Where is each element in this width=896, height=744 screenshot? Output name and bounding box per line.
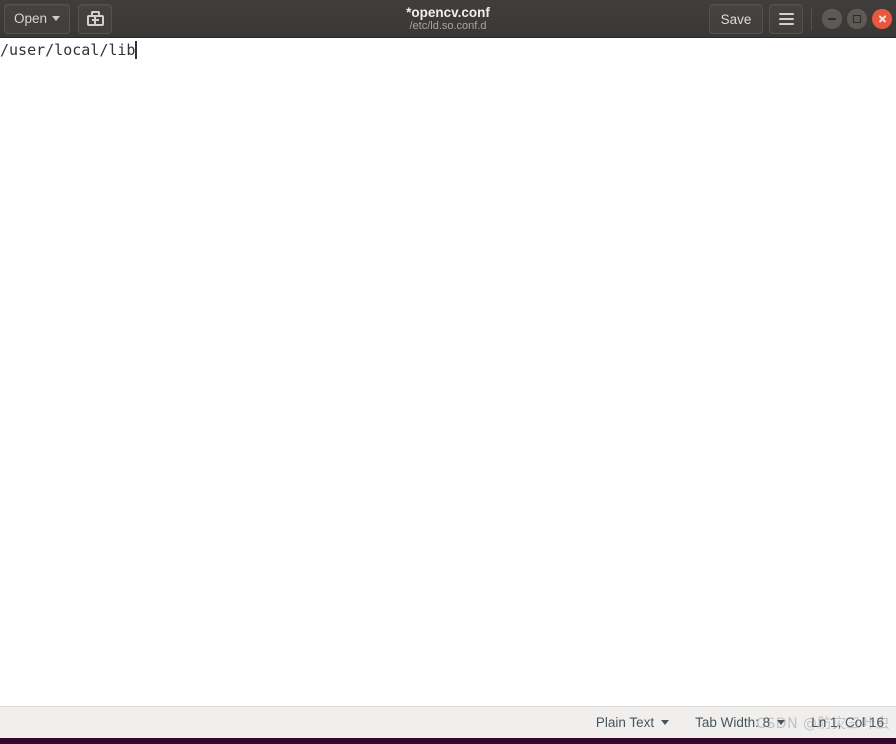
- chevron-down-icon: [661, 720, 670, 725]
- header-left-controls: Open: [0, 3, 113, 34]
- new-document-icon: [86, 11, 104, 26]
- editor-line: /user/local/lib: [0, 40, 137, 60]
- open-button[interactable]: Open: [4, 3, 71, 34]
- page-subtitle: /etc/ld.so.conf.d: [409, 20, 487, 32]
- header-right-controls: Save: [709, 0, 892, 38]
- maximize-icon: [853, 15, 861, 23]
- text-editor-window: Open *opencv.conf /etc/ld.so.conf.d Save: [0, 0, 896, 744]
- editor-line-text: /user/local/lib: [0, 41, 136, 59]
- window-controls: [822, 9, 892, 29]
- close-icon: [878, 15, 887, 24]
- status-bar: Plain Text Tab Width: 8 Ln 1, Col 16 CSD…: [0, 706, 896, 738]
- language-mode-label: Plain Text: [595, 715, 655, 730]
- open-button-label: Open: [14, 11, 48, 26]
- minimize-button[interactable]: [822, 9, 842, 29]
- maximize-button[interactable]: [847, 9, 867, 29]
- tab-width-label: Tab Width: 8: [695, 715, 771, 730]
- minimize-icon: [828, 18, 836, 20]
- close-button[interactable]: [872, 9, 892, 29]
- save-button[interactable]: Save: [709, 4, 763, 34]
- header-separator: [811, 8, 812, 30]
- chevron-down-icon: [777, 720, 786, 725]
- cursor-position-indicator: Ln 1, Col 16: [811, 715, 884, 730]
- main-menu-button[interactable]: [769, 4, 803, 34]
- new-document-button[interactable]: [78, 3, 113, 34]
- page-title: *opencv.conf: [406, 5, 490, 20]
- language-mode-selector[interactable]: Plain Text: [595, 715, 670, 730]
- hamburger-menu-icon: [778, 13, 794, 25]
- bottom-accent-bar: [0, 738, 896, 744]
- chevron-down-icon: [52, 16, 61, 21]
- save-button-label: Save: [720, 11, 752, 27]
- text-caret: [135, 41, 137, 59]
- text-editor-area[interactable]: /user/local/lib: [0, 38, 896, 706]
- header-bar: Open *opencv.conf /etc/ld.so.conf.d Save: [0, 0, 896, 38]
- tab-width-selector[interactable]: Tab Width: 8: [695, 715, 786, 730]
